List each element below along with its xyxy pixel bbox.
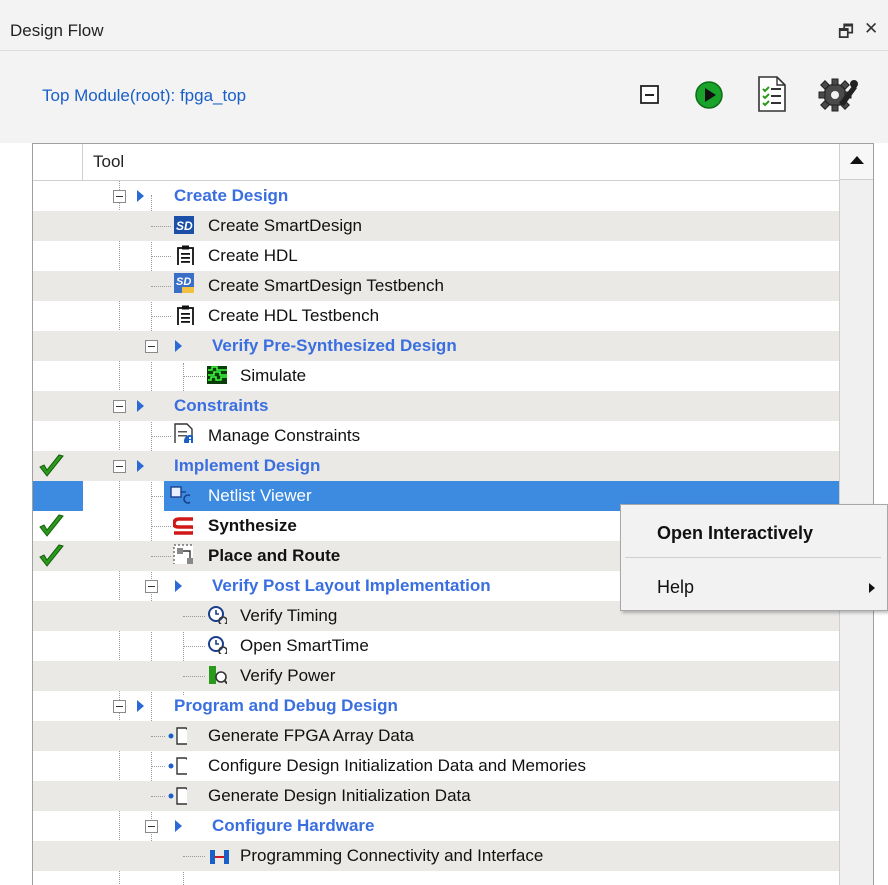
tree-row-verify-power[interactable]: Verify Power — [33, 661, 839, 691]
row-label: Create HDL Testbench — [208, 306, 380, 325]
tree-row-implement-design[interactable]: Implement Design — [33, 451, 839, 481]
tree-row-open-smarttime[interactable]: Open SmartTime — [33, 631, 839, 661]
blank-page-icon — [168, 787, 187, 805]
context-menu: Open Interactively Help — [620, 504, 888, 611]
category-arrow-icon — [137, 460, 144, 472]
collapse-toggle-icon[interactable] — [145, 580, 158, 593]
row-label: Create HDL — [208, 246, 298, 265]
row-label: Open SmartTime — [240, 636, 369, 655]
row-label: Create SmartDesign Testbench — [208, 276, 444, 295]
row-label: Verify Post Layout Implementation — [212, 576, 491, 595]
smartdesign-testbench-icon: SD — [174, 273, 194, 293]
row-label: Synthesize — [208, 516, 297, 535]
collapse-toggle-icon[interactable] — [113, 400, 126, 413]
row-label: Verify Timing — [240, 606, 338, 625]
category-arrow-icon — [175, 820, 182, 832]
row-label: Verify Power — [240, 666, 336, 685]
tree-row-create-design[interactable]: Create Design — [33, 181, 839, 211]
power-magnifier-icon — [209, 666, 227, 684]
menu-separator — [625, 557, 881, 558]
tree-row-create-hdl[interactable]: Create HDL — [33, 241, 839, 271]
run-icon[interactable] — [694, 80, 724, 110]
tree-row-generate-design-initialization-data[interactable]: Generate Design Initialization Data — [33, 781, 839, 811]
design-flow-toolbar: Top Module(root): fpga_top — [0, 51, 888, 143]
panel-header: Design Flow 🗗 ✕ — [0, 0, 888, 51]
blank-page-icon — [168, 727, 187, 745]
scroll-up-arrow-icon[interactable] — [840, 144, 873, 180]
top-module-label[interactable]: Top Module(root): fpga_top — [42, 86, 246, 106]
panel-title: Design Flow — [10, 21, 104, 40]
tree-row-manage-constraints[interactable]: Manage Constraints — [33, 421, 839, 451]
row-label: Program and Debug Design — [174, 696, 398, 715]
svg-text:SD: SD — [176, 276, 191, 288]
row-label: Configure Design Initialization Data and… — [208, 756, 586, 775]
blank-page-icon — [168, 757, 187, 775]
row-label: Generate FPGA Array Data — [208, 726, 414, 745]
constraints-info-icon — [174, 423, 193, 443]
tree-row-configure-design-initialization-data[interactable]: Configure Design Initialization Data and… — [33, 751, 839, 781]
row-label: Place and Route — [208, 546, 341, 565]
collapse-toggle-icon[interactable] — [145, 340, 158, 353]
close-panel-icon[interactable]: ✕ — [864, 19, 878, 39]
tree-row-constraints[interactable]: Constraints — [33, 391, 839, 421]
submenu-arrow-icon — [869, 583, 875, 593]
row-label: Verify Pre-Synthesized Design — [212, 336, 457, 355]
tree-row-create-hdl-testbench[interactable]: Create HDL Testbench — [33, 301, 839, 331]
category-arrow-icon — [137, 700, 144, 712]
tree-row-create-smartdesign-testbench[interactable]: SD Create SmartDesign Testbench — [33, 271, 839, 301]
row-label: Implement Design — [174, 456, 321, 475]
row-label: Create Design — [174, 186, 289, 205]
menu-item-label: Help — [657, 577, 695, 597]
collapse-all-icon[interactable] — [639, 84, 661, 106]
place-route-icon — [173, 544, 193, 564]
document-icon — [177, 245, 194, 265]
menu-item-open-interactively[interactable]: Open Interactively — [621, 511, 887, 555]
status-column-header[interactable] — [33, 144, 83, 180]
collapse-toggle-icon[interactable] — [113, 190, 126, 203]
synthesize-icon — [173, 517, 193, 535]
row-label: Generate Design Initialization Data — [208, 786, 471, 805]
report-checklist-icon[interactable] — [755, 75, 789, 113]
svg-text:SD: SD — [176, 219, 193, 233]
row-label: Create SmartDesign — [208, 216, 363, 235]
document-icon — [177, 305, 194, 325]
row-label: Simulate — [240, 366, 307, 385]
connectivity-icon — [210, 850, 229, 864]
menu-item-label: Open Interactively — [657, 523, 814, 543]
row-label: Constraints — [174, 396, 269, 415]
row-label: Netlist Viewer — [208, 486, 312, 505]
selection-gutter — [33, 481, 83, 511]
tree-column-header: Tool — [33, 144, 839, 181]
category-arrow-icon — [137, 190, 144, 202]
settings-gear-wrench-icon[interactable] — [815, 75, 859, 115]
netlist-viewer-icon — [170, 486, 190, 504]
collapse-toggle-icon[interactable] — [113, 700, 126, 713]
timing-magnifier-icon — [208, 606, 227, 624]
tree-row-verify-pre-synthesized-design[interactable]: Verify Pre-Synthesized Design — [33, 331, 839, 361]
timing-magnifier-icon — [208, 636, 227, 654]
completed-check-icon — [39, 544, 64, 567]
category-arrow-icon — [175, 580, 182, 592]
row-label: Manage Constraints — [208, 426, 361, 445]
category-arrow-icon — [137, 400, 144, 412]
tree-row-program-and-debug-design[interactable]: Program and Debug Design — [33, 691, 839, 721]
tree-row-programming-connectivity-and-interface[interactable]: Programming Connectivity and Interface — [33, 841, 839, 871]
collapse-toggle-icon[interactable] — [113, 460, 126, 473]
tool-column-header[interactable]: Tool — [93, 152, 124, 172]
tree-row-configure-hardware[interactable]: Configure Hardware — [33, 811, 839, 841]
smartdesign-icon: SD — [174, 216, 194, 234]
row-label: Programming Connectivity and Interface — [240, 846, 544, 865]
menu-item-help[interactable]: Help — [621, 565, 887, 609]
waveform-icon — [207, 366, 227, 384]
category-arrow-icon — [175, 340, 182, 352]
tree-row-create-smartdesign[interactable]: SD Create SmartDesign — [33, 211, 839, 241]
completed-check-icon — [39, 514, 64, 537]
tree-row-generate-fpga-array-data[interactable]: Generate FPGA Array Data — [33, 721, 839, 751]
collapse-toggle-icon[interactable] — [145, 820, 158, 833]
tree-row-simulate[interactable]: Simulate — [33, 361, 839, 391]
float-panel-icon[interactable]: 🗗 — [838, 19, 854, 48]
completed-check-icon — [39, 454, 64, 477]
row-label: Configure Hardware — [212, 816, 375, 835]
